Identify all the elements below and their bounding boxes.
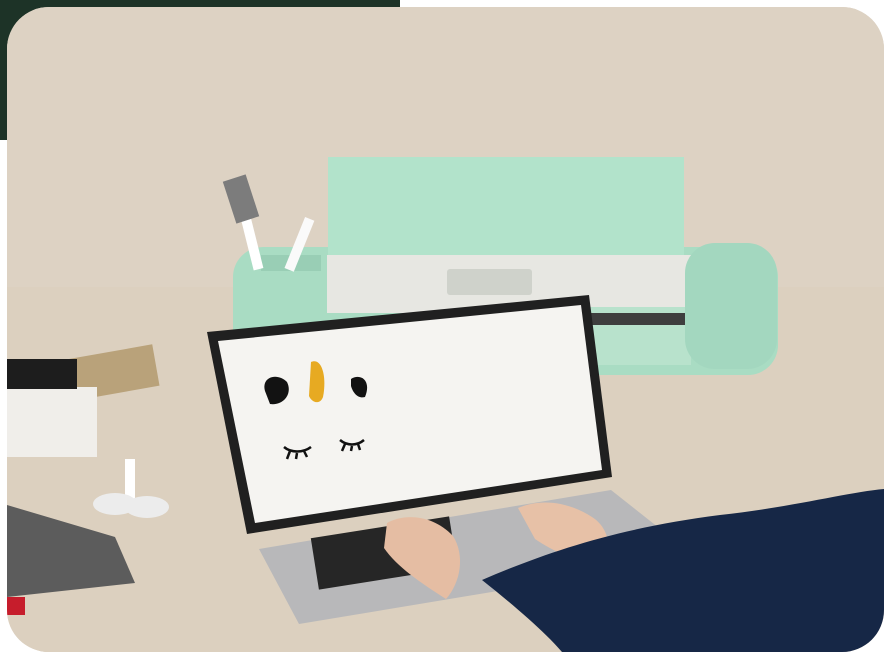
red-tab [7,597,25,615]
product-photo [7,7,884,652]
